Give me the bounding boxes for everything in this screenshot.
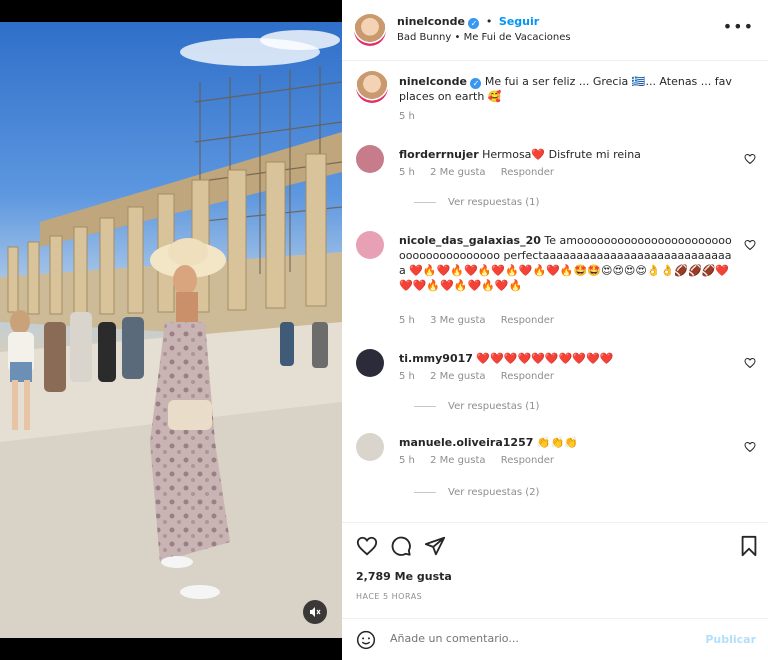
view-replies-label[interactable]: Ver respuestas (1) [448, 197, 539, 208]
comment-time: 5 h [399, 455, 415, 466]
commenter-avatar[interactable] [356, 145, 384, 173]
likes-count[interactable]: 2,789 Me gusta [356, 570, 452, 583]
reply-button[interactable]: Responder [501, 371, 554, 382]
verified-icon: ✓ [468, 18, 480, 29]
caption-text: ninelconde ✓ Me fui a ser feliz ... Grec… [399, 74, 733, 104]
caption-meta: 5 h [399, 111, 427, 122]
comment-item: manuele.oliveira1257 👏👏👏 5 h 2 Me gusta … [356, 433, 756, 513]
add-comment-bar: Publicar [342, 618, 768, 660]
commenter-avatar[interactable] [356, 231, 384, 259]
like-heart-icon[interactable] [356, 535, 378, 557]
comment-time: 5 h [399, 315, 415, 326]
caption-time: 5 h [399, 111, 415, 122]
dot-separator: • [485, 15, 493, 28]
comment-username[interactable]: nicole_das_galaxias_20 [399, 234, 541, 247]
comment-likes[interactable]: 2 Me gusta [430, 371, 485, 382]
commenter-avatar[interactable] [356, 349, 384, 377]
save-bookmark-icon[interactable] [738, 535, 760, 557]
like-comment-heart-icon[interactable] [744, 239, 756, 251]
share-icon[interactable] [424, 535, 446, 557]
reply-button[interactable]: Responder [501, 455, 554, 466]
replies-divider [414, 406, 436, 407]
post-photo[interactable] [0, 22, 342, 638]
view-replies-label[interactable]: Ver respuestas (2) [448, 487, 539, 498]
post-side-panel: ninelconde ✓ • Seguir Bad Bunny • Me Fui… [342, 0, 768, 660]
audio-link[interactable]: Bad Bunny • Me Fui de Vacaciones [397, 32, 571, 43]
caption-username[interactable]: ninelconde [399, 75, 467, 88]
comment-meta: 5 h 3 Me gusta Responder [399, 315, 566, 326]
more-options-icon[interactable]: ••• [723, 19, 754, 35]
mute-button[interactable] [303, 600, 327, 624]
comment-likes[interactable]: 2 Me gusta [430, 167, 485, 178]
reply-button[interactable]: Responder [501, 167, 554, 178]
comment-meta: 5 h 2 Me gusta Responder [399, 455, 566, 466]
comment-item: florderrnujer Hermosa❤️ Disfrute mi rein… [356, 145, 756, 225]
mute-icon [310, 607, 321, 617]
comment-time: 5 h [399, 167, 415, 178]
emoji-icon[interactable] [356, 630, 376, 650]
replies-divider [414, 492, 436, 493]
like-comment-heart-icon[interactable] [744, 357, 756, 369]
post-header: ninelconde ✓ • Seguir Bad Bunny • Me Fui… [342, 0, 768, 61]
comments-list[interactable]: ninelconde ✓ Me fui a ser feliz ... Grec… [342, 61, 768, 522]
author-avatar[interactable] [356, 71, 388, 103]
comment-input[interactable] [390, 632, 690, 645]
comment-likes[interactable]: 2 Me gusta [430, 455, 485, 466]
author-avatar[interactable] [354, 14, 386, 46]
comment-meta: 5 h 2 Me gusta Responder [399, 167, 566, 178]
author-username[interactable]: ninelconde [397, 15, 465, 28]
comment-item: nicole_das_galaxias_20 Te amoooooooooooo… [356, 231, 756, 337]
view-replies-button[interactable]: Ver respuestas (1) [414, 197, 539, 208]
post-actions: 2,789 Me gusta HACE 5 HORAS [342, 522, 768, 622]
verified-icon: ✓ [470, 78, 482, 89]
comment-text: nicole_das_galaxias_20 Te amoooooooooooo… [399, 233, 733, 293]
comment-username[interactable]: ti.mmy9017 [399, 352, 473, 365]
author-line: ninelconde ✓ • Seguir [397, 15, 539, 29]
comment-meta: 5 h 2 Me gusta Responder [399, 371, 566, 382]
comment-username[interactable]: florderrnujer [399, 148, 479, 161]
comment-icon[interactable] [390, 535, 412, 557]
comment-text: ti.mmy9017 ❤️❤️❤️❤️❤️❤️❤️❤️❤️❤️ [399, 351, 733, 366]
like-comment-heart-icon[interactable] [744, 153, 756, 165]
commenter-avatar[interactable] [356, 433, 384, 461]
comment-username[interactable]: manuele.oliveira1257 [399, 436, 533, 449]
replies-divider [414, 202, 436, 203]
post-timestamp[interactable]: HACE 5 HORAS [356, 592, 422, 601]
comment-body: ❤️❤️❤️❤️❤️❤️❤️❤️❤️❤️ [476, 352, 614, 365]
view-replies-button[interactable]: Ver respuestas (1) [414, 401, 539, 412]
comment-body: 👏👏👏 [536, 436, 578, 449]
post-media[interactable] [0, 0, 342, 660]
comment-text: manuele.oliveira1257 👏👏👏 [399, 435, 733, 450]
comment-time: 5 h [399, 371, 415, 382]
comment-likes[interactable]: 3 Me gusta [430, 315, 485, 326]
reply-button[interactable]: Responder [501, 315, 554, 326]
comment-item: ti.mmy9017 ❤️❤️❤️❤️❤️❤️❤️❤️❤️❤️ 5 h 2 Me… [356, 349, 756, 429]
like-comment-heart-icon[interactable] [744, 441, 756, 453]
comment-text: florderrnujer Hermosa❤️ Disfrute mi rein… [399, 147, 733, 162]
caption: ninelconde ✓ Me fui a ser feliz ... Grec… [356, 71, 756, 131]
comment-body: Hermosa❤️ Disfrute mi reina [482, 148, 641, 161]
view-replies-button[interactable]: Ver respuestas (2) [414, 487, 539, 498]
view-replies-label[interactable]: Ver respuestas (1) [448, 401, 539, 412]
acropolis-scene [0, 30, 342, 638]
publish-button[interactable]: Publicar [705, 633, 756, 646]
follow-button[interactable]: Seguir [499, 15, 539, 28]
